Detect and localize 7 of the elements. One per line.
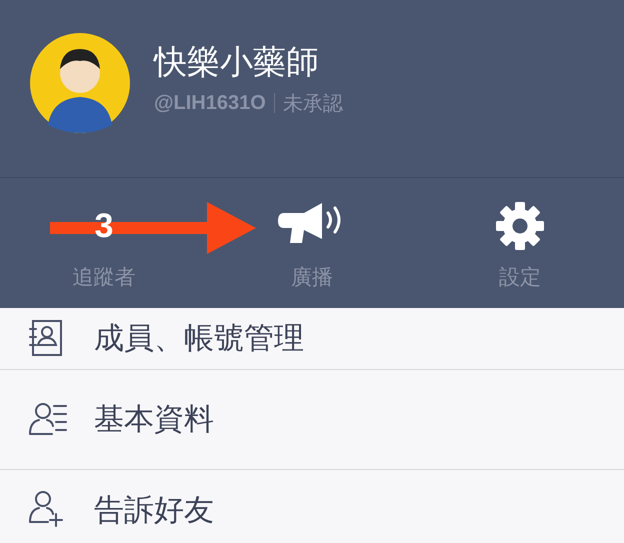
- verification-status: 未承認: [282, 90, 343, 118]
- menu-item[interactable]: 成員、帳號管理: [94, 316, 304, 361]
- account-name: 快樂小藥師: [154, 44, 320, 80]
- settings-icon[interactable]: [495, 201, 545, 251]
- menu-item[interactable]: 基本資料: [94, 397, 214, 442]
- account-id: @LIH1631O: [154, 91, 266, 116]
- menu-item[interactable]: 告訴好友: [94, 488, 214, 533]
